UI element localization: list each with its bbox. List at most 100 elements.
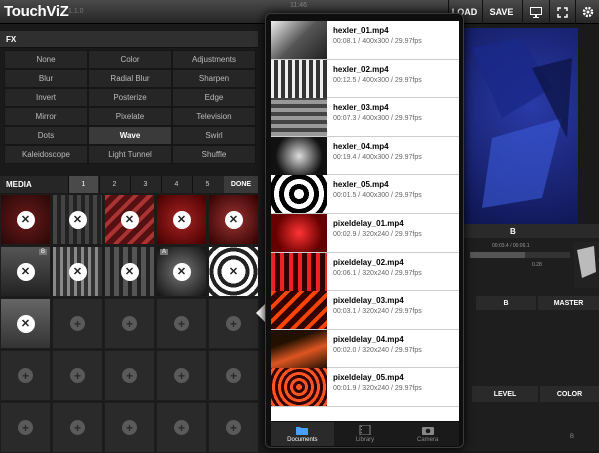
add-media-icon[interactable]: +	[174, 420, 189, 435]
media-slot[interactable]: ✕	[208, 246, 259, 297]
media-slot[interactable]: ✕	[0, 298, 51, 349]
media-done-button[interactable]: DONE	[224, 176, 258, 193]
media-slot[interactable]: +	[52, 298, 103, 349]
crossfader-b-button[interactable]: B	[476, 296, 536, 310]
media-slot[interactable]: +	[52, 402, 103, 453]
scrub-slider[interactable]	[470, 252, 570, 258]
file-row[interactable]: hexler_02.mp4 00:12.5 / 400x300 / 29.97fp…	[271, 59, 459, 99]
settings-gear-icon[interactable]	[575, 0, 599, 24]
remove-media-icon[interactable]: ✕	[224, 262, 243, 281]
media-slot[interactable]: +	[52, 350, 103, 401]
media-tab-4[interactable]: 4	[161, 176, 191, 193]
media-tab-3[interactable]: 3	[130, 176, 160, 193]
add-media-icon[interactable]: +	[18, 368, 33, 383]
media-slot[interactable]: ✕	[52, 246, 103, 297]
fx-option-dots[interactable]: Dots	[4, 126, 88, 145]
media-slot[interactable]: ✕ B	[0, 246, 51, 297]
remove-media-icon[interactable]: ✕	[172, 262, 191, 281]
media-slot[interactable]: ✕	[208, 194, 259, 245]
monitor-icon[interactable]	[522, 0, 548, 24]
media-slot[interactable]: +	[104, 298, 155, 349]
media-slot[interactable]: ✕	[156, 194, 207, 245]
file-info: hexler_05.mp4 00:01.5 / 400x300 / 29.97fp…	[327, 175, 428, 213]
add-media-icon[interactable]: +	[226, 316, 241, 331]
remove-media-icon[interactable]: ✕	[120, 210, 139, 229]
tab-camera[interactable]: Camera	[396, 422, 459, 446]
media-slot[interactable]: +	[156, 298, 207, 349]
remove-media-icon[interactable]: ✕	[16, 210, 35, 229]
save-button[interactable]: SAVE	[482, 0, 520, 24]
file-info: pixeldelay_04.mp4 00:02.0 / 320x240 / 29.…	[327, 330, 428, 368]
fx-option-none[interactable]: None	[4, 50, 88, 69]
fx-option-color[interactable]: Color	[88, 50, 172, 69]
media-slot[interactable]: ✕	[104, 246, 155, 297]
add-media-icon[interactable]: +	[226, 368, 241, 383]
add-media-icon[interactable]: +	[122, 316, 137, 331]
media-slot[interactable]: ✕	[0, 194, 51, 245]
media-slot[interactable]: ✕	[104, 194, 155, 245]
media-slot[interactable]: +	[0, 402, 51, 453]
fx-option-invert[interactable]: Invert	[4, 88, 88, 107]
media-slot[interactable]: +	[208, 298, 259, 349]
file-row[interactable]: hexler_05.mp4 00:01.5 / 400x300 / 29.97fp…	[271, 175, 459, 214]
fx-option-pixelate[interactable]: Pixelate	[88, 107, 172, 126]
fx-option-posterize[interactable]: Posterize	[88, 88, 172, 107]
fx-option-television[interactable]: Television	[172, 107, 256, 126]
fx-option-radial-blur[interactable]: Radial Blur	[88, 69, 172, 88]
fx-option-swirl[interactable]: Swirl	[172, 126, 256, 145]
level-tab[interactable]: LEVEL	[472, 386, 538, 402]
add-media-icon[interactable]: +	[174, 368, 189, 383]
add-media-icon[interactable]: +	[226, 420, 241, 435]
tab-documents[interactable]: Documents	[271, 422, 334, 446]
media-slot[interactable]: +	[208, 350, 259, 401]
file-row[interactable]: pixeldelay_01.mp4 00:02.9 / 320x240 / 29.…	[271, 213, 459, 253]
file-row[interactable]: hexler_04.mp4 00:19.4 / 400x300 / 29.97fp…	[271, 136, 459, 176]
remove-media-icon[interactable]: ✕	[16, 314, 35, 333]
file-row[interactable]: hexler_03.mp4 00:07.3 / 400x300 / 29.97fp…	[271, 98, 459, 137]
fx-option-light-tunnel[interactable]: Light Tunnel	[88, 145, 172, 164]
fx-option-blur[interactable]: Blur	[4, 69, 88, 88]
status-clock: 11:46	[290, 2, 307, 9]
media-slot[interactable]: +	[104, 402, 155, 453]
media-tab-5[interactable]: 5	[192, 176, 222, 193]
fx-option-adjustments[interactable]: Adjustments	[172, 50, 256, 69]
media-slot[interactable]: +	[156, 350, 207, 401]
master-button[interactable]: MASTER	[538, 296, 599, 310]
remove-media-icon[interactable]: ✕	[224, 210, 243, 229]
media-slot[interactable]: ✕ A	[156, 246, 207, 297]
fx-option-mirror[interactable]: Mirror	[4, 107, 88, 126]
file-row[interactable]: pixeldelay_03.mp4 00:03.1 / 320x240 / 29.…	[271, 291, 459, 330]
add-media-icon[interactable]: +	[70, 316, 85, 331]
media-slot[interactable]: +	[104, 350, 155, 401]
add-media-icon[interactable]: +	[174, 316, 189, 331]
remove-media-icon[interactable]: ✕	[16, 262, 35, 281]
remove-media-icon[interactable]: ✕	[120, 262, 139, 281]
remove-media-icon[interactable]: ✕	[68, 262, 87, 281]
add-media-icon[interactable]: +	[122, 368, 137, 383]
fx-option-shuffle[interactable]: Shuffle	[172, 145, 256, 164]
file-row[interactable]: pixeldelay_05.mp4 00:01.9 / 320x240 / 29.…	[271, 368, 459, 407]
add-media-icon[interactable]: +	[18, 420, 33, 435]
media-tab-2[interactable]: 2	[99, 176, 129, 193]
file-name: pixeldelay_02.mp4	[333, 257, 404, 267]
media-slot[interactable]: +	[0, 350, 51, 401]
fx-option-edge[interactable]: Edge	[172, 88, 256, 107]
media-tab-1[interactable]: 1	[68, 176, 98, 193]
media-slot[interactable]: +	[156, 402, 207, 453]
tab-library[interactable]: Library	[334, 422, 397, 446]
add-media-icon[interactable]: +	[70, 420, 85, 435]
remove-media-icon[interactable]: ✕	[68, 210, 87, 229]
media-slot[interactable]: +	[208, 402, 259, 453]
file-row[interactable]: hexler_01.mp4 00:08.1 / 400x300 / 29.97fp…	[271, 21, 459, 60]
file-row[interactable]: pixeldelay_04.mp4 00:02.0 / 320x240 / 29.…	[271, 329, 459, 369]
file-row[interactable]: pixeldelay_02.mp4 00:06.1 / 320x240 / 29.…	[271, 252, 459, 292]
add-media-icon[interactable]: +	[122, 420, 137, 435]
media-slot[interactable]: ✕	[52, 194, 103, 245]
fx-option-sharpen[interactable]: Sharpen	[172, 69, 256, 88]
fx-option-kaleidoscope[interactable]: Kaleidoscope	[4, 145, 88, 164]
fullscreen-icon[interactable]	[549, 0, 575, 24]
add-media-icon[interactable]: +	[70, 368, 85, 383]
color-tab[interactable]: COLOR	[540, 386, 599, 402]
remove-media-icon[interactable]: ✕	[172, 210, 191, 229]
fx-option-wave[interactable]: Wave	[88, 126, 172, 145]
